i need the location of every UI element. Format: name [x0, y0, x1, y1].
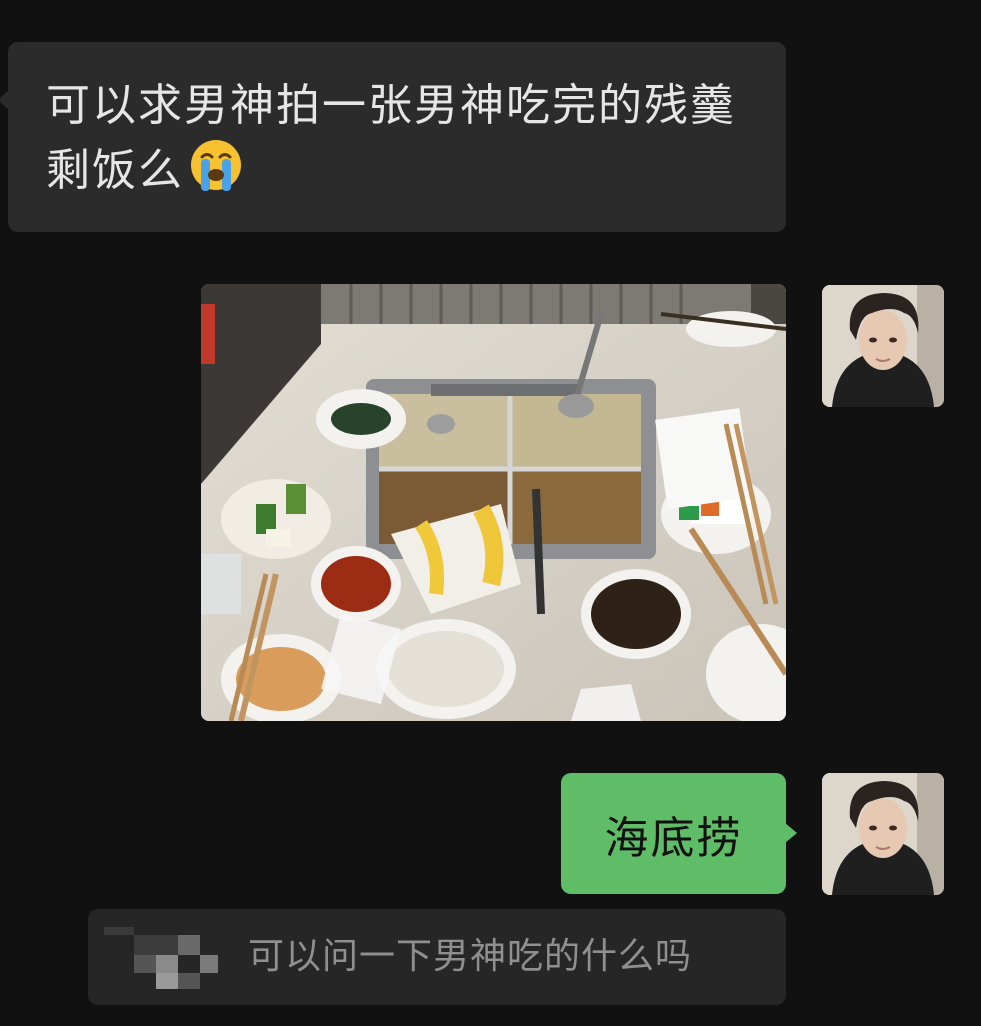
incoming-message-content: 可以求男神拍一张男神吃完的残羹剩饭么: [46, 80, 736, 196]
sender-avatar[interactable]: [822, 285, 944, 407]
hotpot-photo-message[interactable]: [201, 284, 786, 721]
outgoing-message-text: 海底捞: [604, 812, 743, 864]
quoted-reply-bar[interactable]: 可以问一下男神吃的什么吗: [88, 909, 786, 1005]
outgoing-message-bubble[interactable]: 海底捞: [561, 773, 797, 894]
incoming-message-bubble[interactable]: 可以求男神拍一张男神吃完的残羹剩饭么: [0, 42, 786, 232]
hotpot-photo-image: [201, 284, 786, 721]
quoted-message-text: 可以问一下男神吃的什么吗: [248, 936, 693, 977]
avatar-image-2: [822, 773, 944, 895]
avatar-image: [822, 285, 944, 407]
pixelated-avatar-icon: [104, 927, 234, 991]
chat-screen: 可以求男神拍一张男神吃完的残羹剩饭么 海底捞 可以问一下男神吃的什么吗: [0, 0, 981, 1026]
crying-face-icon: [188, 137, 244, 193]
incoming-message-text: 可以求男神拍一张男神吃完的残羹剩饭么: [46, 74, 756, 202]
sender-avatar-2[interactable]: [822, 773, 944, 895]
